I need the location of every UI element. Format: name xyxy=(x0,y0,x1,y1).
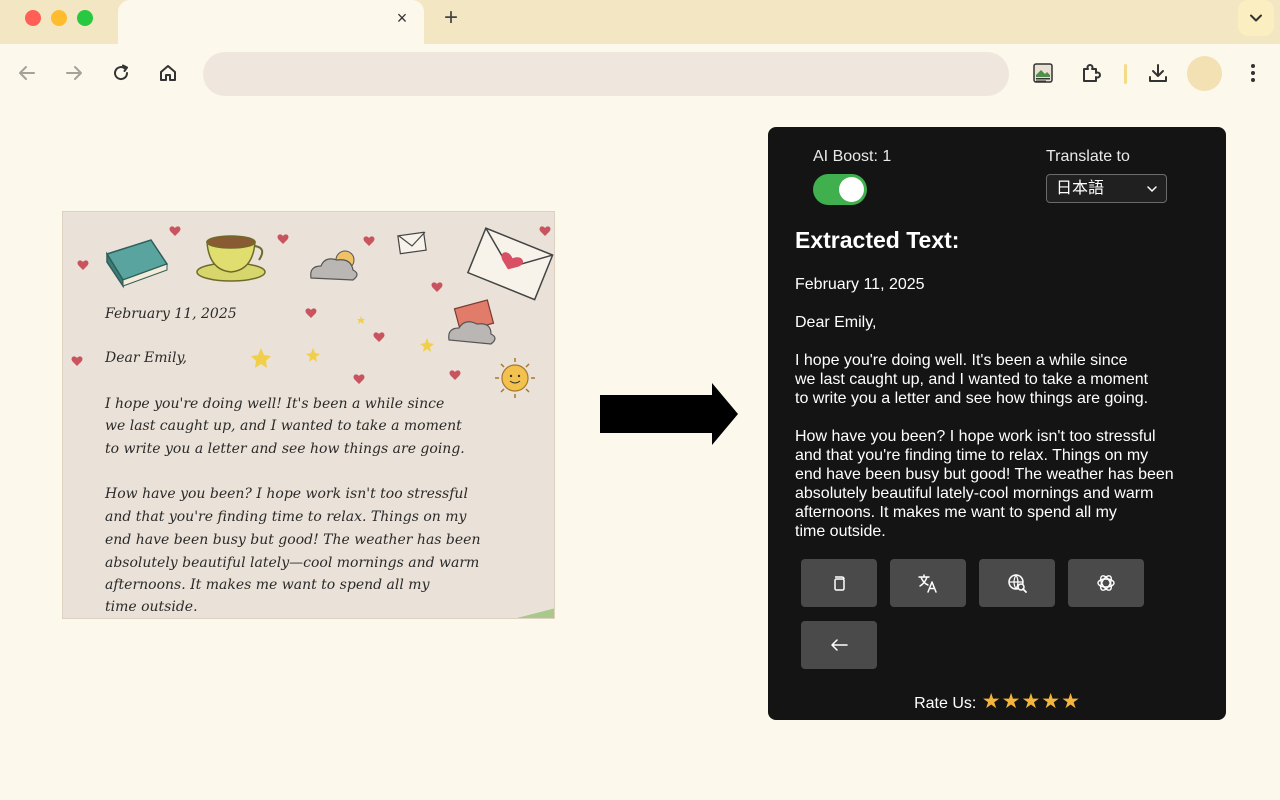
address-bar[interactable] xyxy=(203,52,1009,96)
extracted-paragraph: February 11, 2025 xyxy=(795,276,925,293)
web-search-icon xyxy=(1008,574,1027,593)
downloads-button[interactable] xyxy=(1144,59,1172,87)
image-to-text-extension-icon xyxy=(1033,63,1053,83)
copy-icon xyxy=(834,576,845,591)
extracted-text: February 11, 2025 Dear Emily, I hope you… xyxy=(795,275,1205,560)
letter-line: time outside. xyxy=(105,599,198,615)
translate-button[interactable] xyxy=(890,559,966,607)
more-vert-icon xyxy=(1251,64,1255,82)
teacup-doodle xyxy=(196,235,266,282)
letter-line: absolutely beautiful lately—cool morning… xyxy=(105,555,479,571)
download-icon xyxy=(1149,64,1167,82)
letter-doodles: February 11, 2025 Dear Emily, I hope you… xyxy=(71,226,554,618)
ai-boost-toggle[interactable] xyxy=(813,174,867,205)
language-value: 日本語 xyxy=(1056,180,1105,197)
letter-line: we last caught up, and I wanted to take … xyxy=(105,418,462,434)
toolbar-divider xyxy=(1124,64,1127,84)
extracted-paragraph: How have you been? I hope work isn't too… xyxy=(795,428,1174,540)
ai-boost-label: AI Boost: 1 xyxy=(813,148,892,165)
tab-strip: × + xyxy=(0,0,1280,44)
puzzle-icon xyxy=(1083,64,1101,82)
toggle-knob xyxy=(839,177,864,202)
forward-button[interactable] xyxy=(60,59,88,87)
profile-avatar[interactable] xyxy=(1187,56,1222,91)
active-tab[interactable]: × xyxy=(118,0,424,44)
back-button[interactable] xyxy=(13,59,41,87)
letter-line: end have been busy but good! The weather… xyxy=(105,532,480,548)
tab-close-icon[interactable]: × xyxy=(392,8,412,28)
home-icon xyxy=(160,65,176,81)
extracted-paragraph: Dear Emily, xyxy=(795,314,877,331)
letter-salutation: Dear Emily, xyxy=(104,350,187,366)
cloud-sun-doodle xyxy=(310,250,358,281)
letter-line: afternoons. It makes me want to spend al… xyxy=(105,577,431,593)
rate-us: Rate Us: ★★★★★ xyxy=(768,689,1226,714)
chevron-down-icon xyxy=(1147,186,1157,192)
reload-button[interactable] xyxy=(107,59,135,87)
letter-line: and that you're finding time to relax. T… xyxy=(105,509,468,525)
right-arrow-icon xyxy=(600,383,738,445)
minimize-window-button[interactable] xyxy=(51,10,67,26)
book-doodle xyxy=(105,239,169,289)
back-arrow-icon xyxy=(831,639,848,651)
rate-us-label: Rate Us: xyxy=(914,695,977,712)
star-icon[interactable]: ★ xyxy=(1061,690,1080,713)
chatgpt-button[interactable] xyxy=(1068,559,1144,607)
letter-date: February 11, 2025 xyxy=(104,306,237,322)
back-button[interactable] xyxy=(801,621,877,669)
letter-line: How have you been? I hope work isn't too… xyxy=(104,486,468,502)
tab-search-button[interactable] xyxy=(1238,0,1274,36)
new-tab-button[interactable]: + xyxy=(440,6,462,30)
chevron-down-icon xyxy=(1250,14,1262,22)
leaf-corner-doodle xyxy=(516,608,554,618)
extracted-paragraph: I hope you're doing well. It's been a wh… xyxy=(795,352,1149,407)
extracted-text-heading: Extracted Text: xyxy=(795,227,960,253)
back-arrow-icon xyxy=(19,66,35,80)
extension-popup: AI Boost: 1 Translate to 日本語 Extracted T… xyxy=(768,127,1226,720)
star-icon[interactable]: ★ xyxy=(1002,690,1021,713)
extensions-button[interactable] xyxy=(1077,59,1105,87)
browser-menu-button[interactable] xyxy=(1239,59,1267,87)
translate-icon xyxy=(918,574,937,593)
maximize-window-button[interactable] xyxy=(77,10,93,26)
envelope-heart-doodle xyxy=(466,227,554,301)
browser-toolbar xyxy=(0,44,1280,106)
home-button[interactable] xyxy=(154,59,182,87)
letter-image: February 11, 2025 Dear Emily, I hope you… xyxy=(62,211,555,619)
star-icon[interactable]: ★ xyxy=(982,690,1001,713)
forward-arrow-icon xyxy=(66,66,82,80)
web-search-button[interactable] xyxy=(979,559,1055,607)
reload-icon xyxy=(114,64,129,81)
chatgpt-icon xyxy=(1097,575,1115,591)
sun-doodle xyxy=(495,358,535,398)
letter-line: to write you a letter and see how things… xyxy=(105,441,465,457)
letter-line: I hope you're doing well! It's been a wh… xyxy=(104,396,444,412)
star-icon[interactable]: ★ xyxy=(1041,690,1060,713)
translate-label: Translate to xyxy=(1046,148,1130,165)
close-window-button[interactable] xyxy=(25,10,41,26)
extension-button[interactable] xyxy=(1029,59,1057,87)
small-envelope-doodle xyxy=(397,231,427,255)
language-select[interactable]: 日本語 xyxy=(1046,174,1167,203)
copy-button[interactable] xyxy=(801,559,877,607)
cloud-envelope-doodle xyxy=(448,299,496,345)
star-icon[interactable]: ★ xyxy=(1021,690,1040,713)
